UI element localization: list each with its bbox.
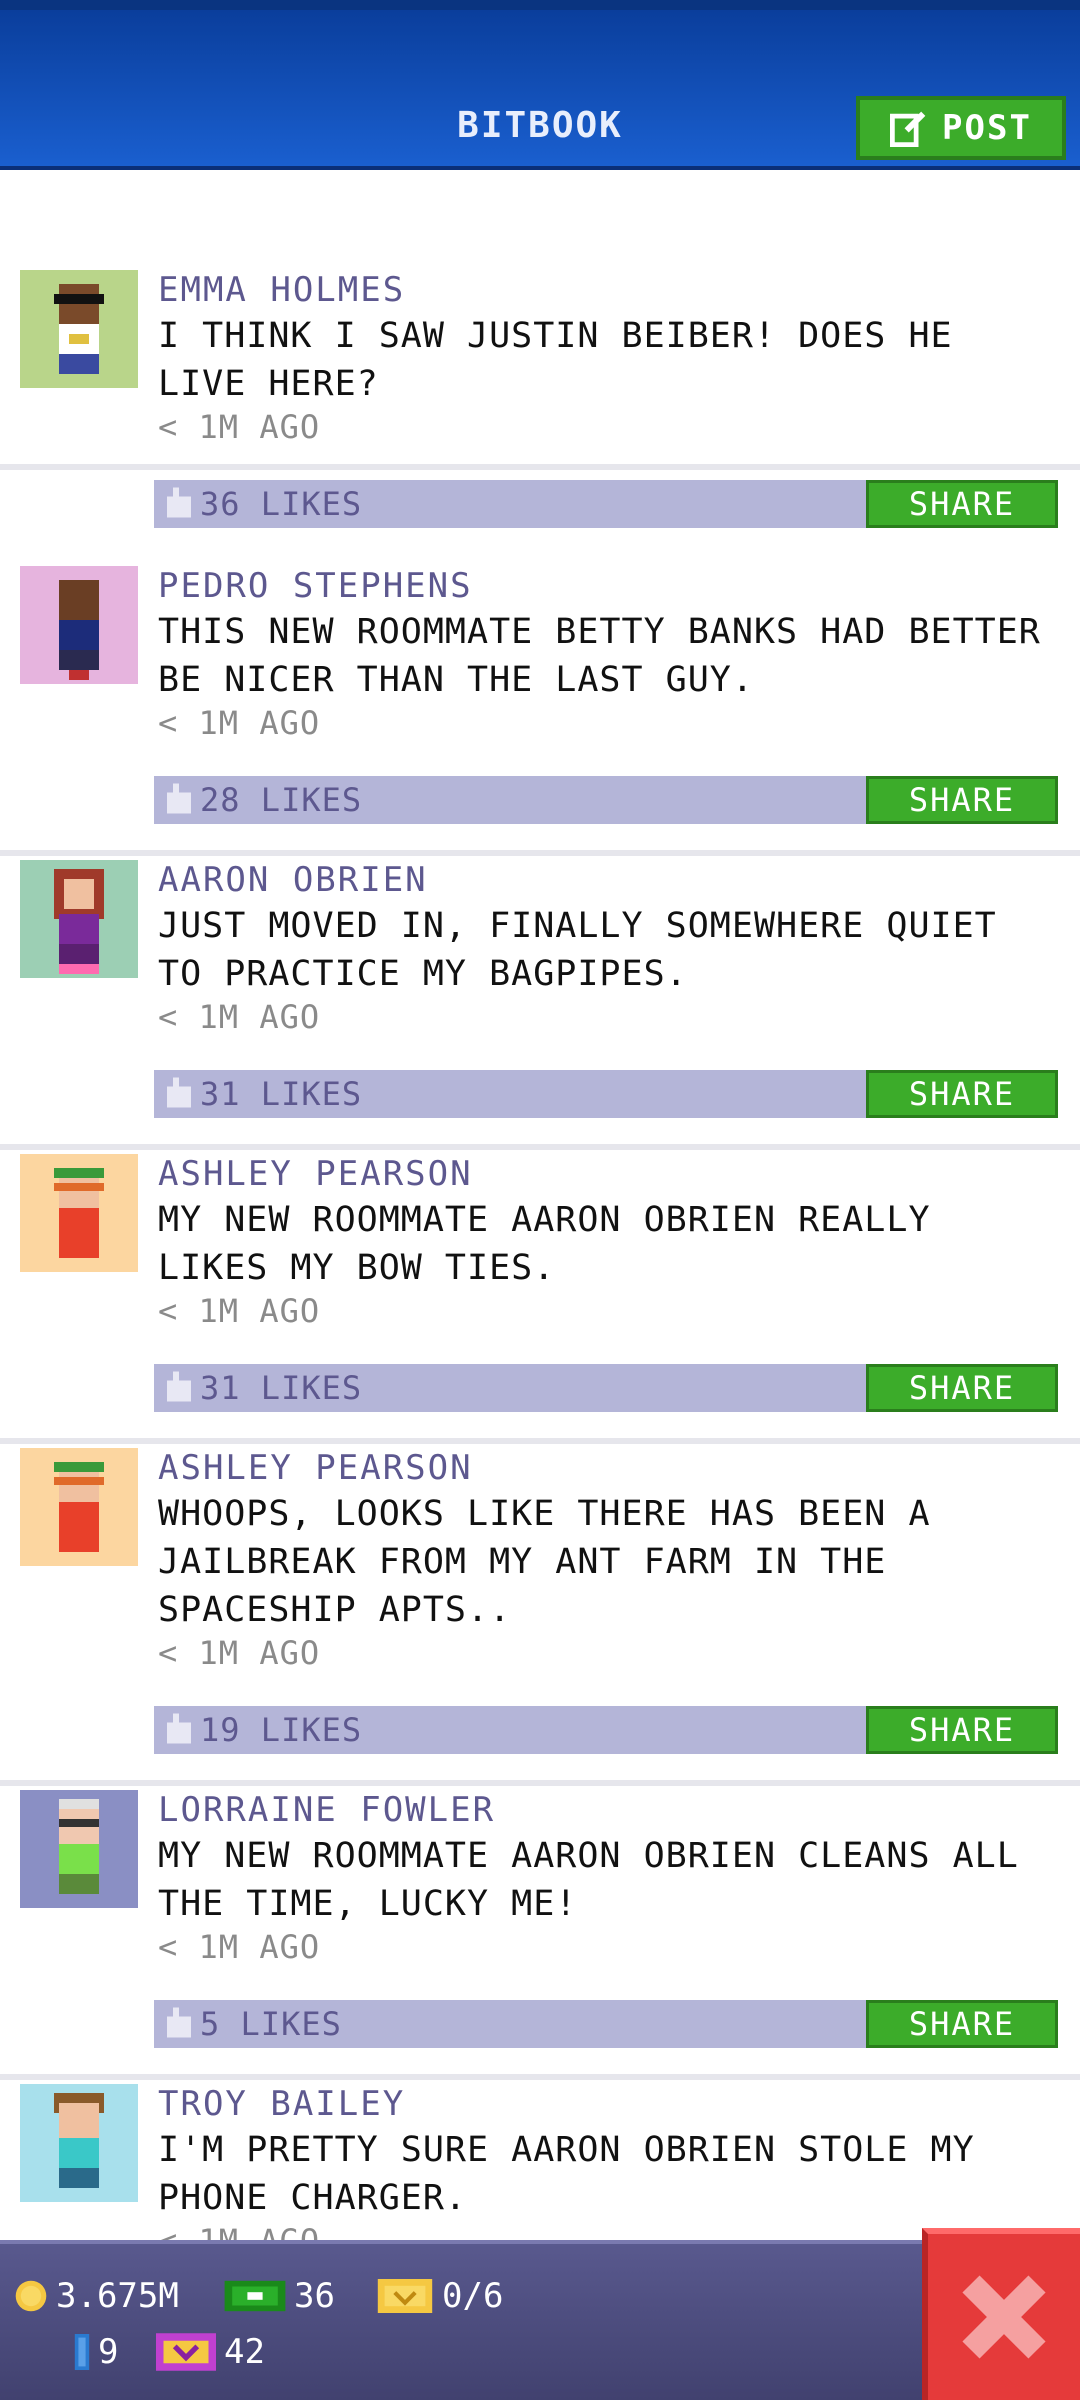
like-bar: 5 LIKES SHARE [154, 2000, 1058, 2048]
post-text: MY NEW ROOMMATE AARON OBRIEN REALLY LIKE… [158, 1200, 931, 1288]
bux-stat: 36 [224, 2276, 335, 2316]
feed-post: AARON OBRIEN JUST MOVED IN, FINALLY SOME… [0, 860, 1080, 1150]
like-count: 31 LIKES [200, 1369, 363, 1407]
feed-post: TROY BAILEY I'M PRETTY SURE AARON OBRIEN… [0, 2084, 1080, 2240]
share-button[interactable]: SHARE [866, 776, 1058, 824]
avatar-brownhair-icon [20, 2084, 138, 2202]
coins-value: 3.675M [56, 2276, 179, 2316]
avatar-sunglasses-icon [20, 270, 138, 388]
post-time: < 1M AGO [158, 704, 321, 742]
post-text: MY NEW ROOMMATE AARON OBRIEN CLEANS ALL … [158, 1836, 1019, 1924]
post-time: < 1M AGO [158, 1928, 321, 1966]
vip-value: 42 [224, 2332, 265, 2372]
keys-stat: 9 [74, 2332, 118, 2372]
post-author[interactable]: AARON OBRIEN [158, 860, 428, 900]
bux-value: 36 [294, 2276, 335, 2316]
bux-icon [224, 2280, 286, 2312]
like-count: 28 LIKES [200, 781, 363, 819]
thumbs-up-icon[interactable] [164, 2007, 194, 2041]
close-icon [962, 2275, 1046, 2359]
like-bar: 19 LIKES SHARE [154, 1706, 1058, 1754]
avatar-bald-icon [20, 566, 138, 684]
like-count: 31 LIKES [200, 1075, 363, 1113]
share-button[interactable]: SHARE [866, 1070, 1058, 1118]
tickets-value: 0/6 [442, 2276, 504, 2316]
feed-post: ASHLEY PEARSON MY NEW ROOMMATE AARON OBR… [0, 1154, 1080, 1444]
avatar-glasses-icon [20, 1790, 138, 1908]
post-author[interactable]: LORRAINE FOWLER [158, 1790, 495, 1830]
compose-icon [890, 111, 926, 147]
post-button[interactable]: POST [856, 96, 1066, 160]
close-button[interactable] [922, 2228, 1080, 2400]
key-icon [74, 2334, 90, 2370]
coins-stat: 3.675M [14, 2276, 179, 2316]
vip-stat: 42 [156, 2332, 265, 2372]
thumbs-up-icon[interactable] [164, 487, 194, 521]
status-footer: 3.675M 36 0/6 9 42 [0, 2240, 1080, 2400]
post-author[interactable]: ASHLEY PEARSON [158, 1448, 473, 1488]
app-header: BITBOOK POST [0, 0, 1080, 170]
post-author[interactable]: PEDRO STEPHENS [158, 566, 473, 606]
like-count: 19 LIKES [200, 1711, 363, 1749]
like-bar: 28 LIKES SHARE [154, 776, 1058, 824]
coin-icon [15, 2280, 47, 2312]
thumbs-up-icon[interactable] [164, 783, 194, 817]
post-button-label: POST [942, 108, 1032, 148]
like-bar: 36 LIKES SHARE [154, 480, 1058, 528]
post-author[interactable]: TROY BAILEY [158, 2084, 405, 2124]
post-author[interactable]: EMMA HOLMES [158, 270, 405, 310]
feed-post: ASHLEY PEARSON WHOOPS, LOOKS LIKE THERE … [0, 1448, 1080, 1786]
ticket-icon [377, 2279, 433, 2313]
keys-value: 9 [98, 2332, 119, 2372]
like-bar: 31 LIKES SHARE [154, 1364, 1058, 1412]
feed-post: PEDRO STEPHENS THIS NEW ROOMMATE BETTY B… [0, 566, 1080, 856]
post-text: WHOOPS, LOOKS LIKE THERE HAS BEEN A JAIL… [158, 1494, 931, 1630]
post-text: THIS NEW ROOMMATE BETTY BANKS HAD BETTER… [158, 612, 1041, 700]
thumbs-up-icon[interactable] [164, 1371, 194, 1405]
post-author[interactable]: ASHLEY PEARSON [158, 1154, 473, 1194]
share-button[interactable]: SHARE [866, 2000, 1058, 2048]
post-text: JUST MOVED IN, FINALLY SOMEWHERE QUIET T… [158, 906, 997, 994]
post-time: < 1M AGO [158, 408, 321, 446]
post-time: < 1M AGO [158, 2222, 320, 2240]
thumbs-up-icon[interactable] [164, 1713, 194, 1747]
post-text: I'M PRETTY SURE AARON OBRIEN STOLE MY PH… [158, 2130, 975, 2218]
post-time: < 1M AGO [158, 1634, 321, 1672]
thumbs-up-icon[interactable] [164, 1077, 194, 1111]
post-time: < 1M AGO [158, 1292, 321, 1330]
feed-post: EMMA HOLMES I THINK I SAW JUSTIN BEIBER!… [0, 270, 1080, 528]
feed-post: LORRAINE FOWLER MY NEW ROOMMATE AARON OB… [0, 1790, 1080, 2080]
avatar-headphones-icon [20, 1448, 138, 1566]
share-button[interactable]: SHARE [866, 480, 1058, 528]
vip-ticket-icon [156, 2333, 216, 2371]
post-time: < 1M AGO [158, 998, 321, 1036]
news-feed[interactable]: EMMA HOLMES I THINK I SAW JUSTIN BEIBER!… [0, 170, 1080, 2240]
share-button[interactable]: SHARE [866, 1364, 1058, 1412]
like-count: 5 LIKES [200, 2005, 342, 2043]
like-bar: 31 LIKES SHARE [154, 1070, 1058, 1118]
post-text: I THINK I SAW JUSTIN BEIBER! DOES HE LIV… [158, 316, 953, 404]
avatar-headphones-icon [20, 1154, 138, 1272]
share-button[interactable]: SHARE [866, 1706, 1058, 1754]
tickets-stat: 0/6 [376, 2276, 503, 2316]
avatar-redhair-icon [20, 860, 138, 978]
like-count: 36 LIKES [200, 485, 363, 523]
